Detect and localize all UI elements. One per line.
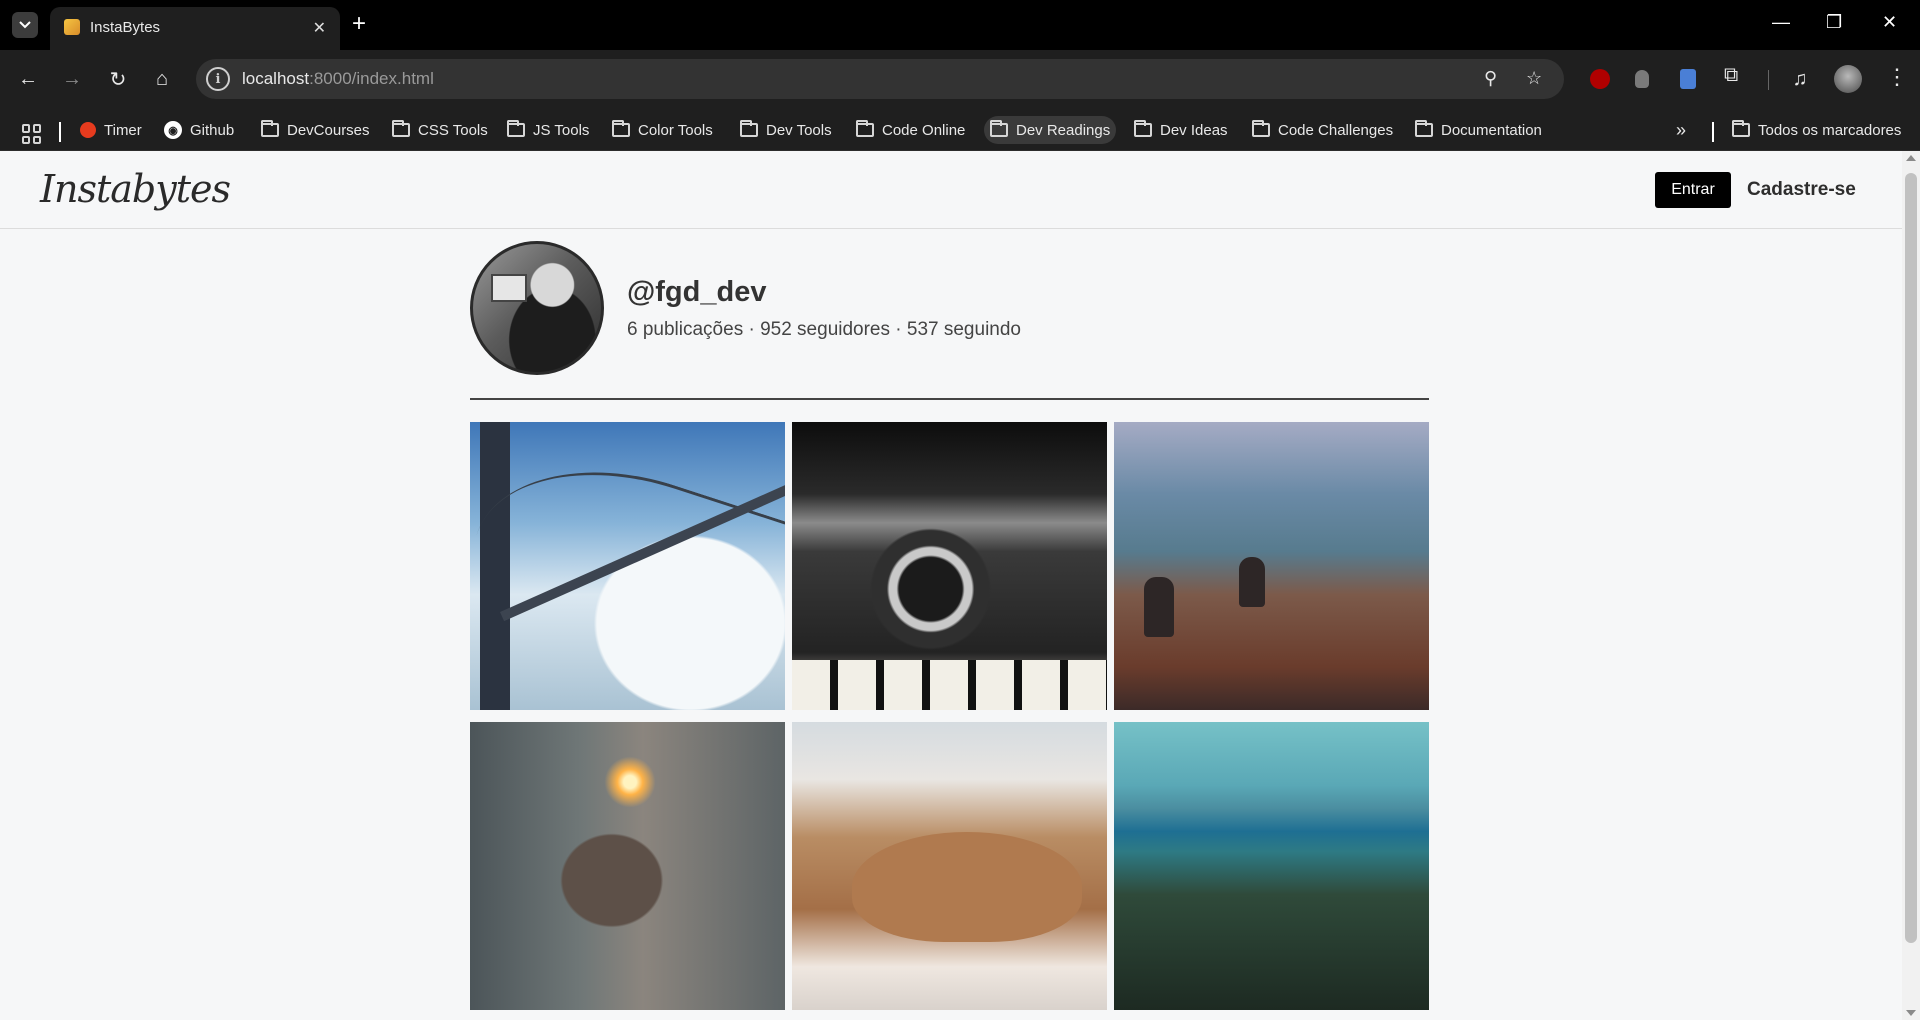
bookmark-dev-ideas[interactable]: Dev Ideas	[1128, 116, 1234, 144]
tab-title: InstaBytes	[90, 19, 161, 36]
bookmark-color-tools[interactable]: Color Tools	[606, 116, 719, 144]
minimize-icon[interactable]: —	[1772, 12, 1790, 33]
folder-icon	[856, 120, 874, 137]
bookmark-code-challenges[interactable]: Code Challenges	[1246, 116, 1399, 144]
bookmark-devcourses[interactable]: DevCourses	[255, 116, 376, 144]
chevron-down-icon	[19, 21, 31, 29]
bookmarks-bar: Timer ◉ Github DevCourses CSS Tools JS To…	[0, 108, 1920, 151]
all-bookmarks[interactable]: Todos os marcadores	[1726, 116, 1907, 144]
more-bookmarks-icon[interactable]: »	[1670, 116, 1692, 144]
scroll-down-arrow-icon[interactable]	[1906, 1010, 1916, 1016]
post-bridge-in-fog[interactable]	[470, 422, 785, 710]
bookmark-dev-tools[interactable]: Dev Tools	[734, 116, 838, 144]
folder-icon	[990, 120, 1008, 137]
profile-divider	[470, 398, 1429, 400]
media-control-icon[interactable]: ♫	[1786, 65, 1814, 93]
profile-avatar	[470, 241, 604, 375]
tab-instabytes[interactable]: InstaBytes ✕	[50, 7, 340, 50]
address-bar[interactable]: i localhost:8000/index.html ⚲ ☆	[196, 59, 1564, 99]
folder-icon	[507, 120, 525, 137]
close-tab-icon[interactable]: ✕	[313, 18, 326, 38]
folder-icon	[1134, 120, 1152, 137]
bookmark-js-tools[interactable]: JS Tools	[501, 116, 595, 144]
page-scrollbar[interactable]	[1902, 151, 1920, 1020]
tomato-icon	[80, 122, 96, 138]
post-walrus-on-ice[interactable]	[792, 722, 1107, 1010]
url-text: localhost:8000/index.html	[242, 69, 434, 88]
tab-strip: InstaBytes ✕ + — ❐ ✕	[0, 0, 1920, 50]
post-people-in-field[interactable]	[1114, 422, 1429, 710]
bookmarks-divider-right	[1712, 122, 1714, 142]
login-button[interactable]: Entrar	[1655, 172, 1731, 208]
sparkler-glow-shape	[600, 752, 660, 812]
favicon-icon	[64, 19, 80, 35]
folder-icon	[392, 120, 410, 137]
bookmark-star-icon[interactable]: ☆	[1526, 68, 1542, 89]
apps-grid-icon[interactable]	[22, 124, 42, 144]
profile-avatar-icon[interactable]	[1834, 65, 1862, 93]
extension-icon[interactable]	[1635, 70, 1649, 88]
home-icon[interactable]: ⌂	[148, 65, 176, 93]
folder-icon	[1252, 120, 1270, 137]
profile-username: @fgd_dev	[627, 276, 767, 308]
site-logo[interactable]: Instabytes	[40, 167, 231, 211]
folder-icon	[1732, 120, 1750, 137]
post-sparkler-in-hands[interactable]	[470, 722, 785, 1010]
post-forest-and-lake[interactable]	[1114, 722, 1429, 1010]
piano-keys-shape	[792, 660, 1107, 710]
back-icon[interactable]: ←	[14, 65, 42, 93]
new-tab-button[interactable]: +	[352, 10, 366, 38]
zoom-icon[interactable]: ⚲	[1484, 68, 1497, 89]
bookmark-dev-readings[interactable]: Dev Readings	[984, 116, 1117, 144]
site-header: Instabytes Entrar Cadastre-se	[0, 151, 1902, 229]
person-silhouette	[1144, 577, 1174, 637]
bookmark-css-tools[interactable]: CSS Tools	[386, 116, 494, 144]
page-content: Instabytes Entrar Cadastre-se @fgd_dev 6…	[0, 151, 1902, 1020]
profile-stats: 6 publicações · 952 seguidores · 537 seg…	[627, 319, 1021, 340]
person-silhouette	[1239, 557, 1265, 607]
bookmarks-divider	[59, 122, 61, 142]
avatar-monitor-shape	[491, 274, 527, 302]
toolbar-divider	[1768, 70, 1769, 90]
signup-link[interactable]: Cadastre-se	[1747, 179, 1856, 201]
bookmark-code-online[interactable]: Code Online	[850, 116, 971, 144]
folder-icon	[1415, 120, 1433, 137]
menu-dots-icon[interactable]: ⋮	[1886, 64, 1908, 90]
forward-icon[interactable]: →	[58, 65, 86, 93]
extension-icon-blue[interactable]	[1680, 69, 1696, 89]
reload-icon[interactable]: ↻	[104, 65, 132, 93]
walrus-shape	[852, 832, 1082, 942]
folder-icon	[740, 120, 758, 137]
folder-icon	[261, 120, 279, 137]
post-vintage-camera[interactable]	[792, 422, 1107, 710]
bookmark-documentation[interactable]: Documentation	[1409, 116, 1548, 144]
bookmark-github[interactable]: ◉ Github	[158, 116, 240, 144]
tab-search-button[interactable]	[12, 12, 38, 38]
extensions-puzzle-icon[interactable]: ⧉	[1724, 64, 1744, 86]
close-window-icon[interactable]: ✕	[1882, 12, 1897, 33]
site-info-icon[interactable]: i	[206, 67, 230, 91]
folder-icon	[612, 120, 630, 137]
scroll-up-arrow-icon[interactable]	[1906, 155, 1916, 161]
bookmark-timer[interactable]: Timer	[74, 116, 148, 144]
browser-toolbar: ← → ↻ ⌂ i localhost:8000/index.html ⚲ ☆ …	[0, 50, 1920, 108]
posts-grid	[470, 422, 1429, 1010]
ublock-extension-icon[interactable]	[1590, 69, 1610, 89]
restore-icon[interactable]: ❐	[1826, 12, 1842, 33]
github-icon: ◉	[164, 121, 182, 139]
scrollbar-thumb[interactable]	[1905, 173, 1917, 943]
